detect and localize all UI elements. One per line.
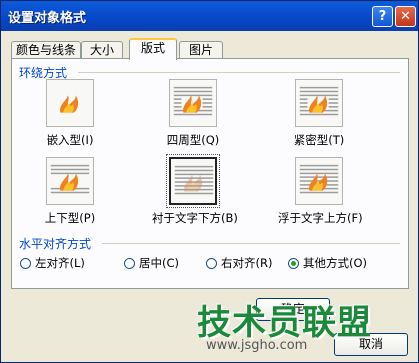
layout-panel: 环绕方式 嵌入型(I) 四周型(Q) 紧密型(T) 上下型(P) 衬于文字下方(…: [11, 58, 409, 289]
wrap-option-label: 四周型(Q): [166, 133, 220, 147]
window-title: 设置对象格式: [8, 11, 87, 26]
help-button[interactable]: ?: [372, 6, 393, 27]
watermark-logo-text: 技术员联盟: [197, 303, 372, 343]
tab-colors-lines[interactable]: 颜色与线条: [11, 41, 81, 59]
wrap-option-label: 嵌入型(I): [46, 133, 94, 147]
radio-align-other[interactable]: 其他方式(O): [288, 255, 367, 271]
radio-align-center[interactable]: 居中(C): [124, 255, 179, 271]
in-front-text-icon: [295, 157, 343, 205]
radio-other-indicator: [288, 257, 299, 269]
watermark-url: www.jsgho.com: [206, 338, 308, 353]
title-bar[interactable]: 设置对象格式 ? ✕: [1, 1, 418, 31]
radio-align-right[interactable]: 右对齐(R): [206, 255, 272, 271]
close-icon: ✕: [400, 9, 411, 24]
radio-left-indicator: [20, 257, 31, 269]
wrap-group-divider: [78, 72, 400, 73]
radio-align-right-label: 右对齐(R): [221, 256, 273, 270]
wrap-option-in-front-text[interactable]: 浮于文字上方(F): [278, 157, 363, 226]
radio-align-center-label: 居中(C): [139, 256, 180, 270]
help-icon: ?: [378, 9, 387, 24]
align-group-label: 水平对齐方式: [19, 235, 95, 252]
wrap-option-label: 浮于文字上方(F): [278, 211, 363, 225]
format-object-dialog: 设置对象格式 ? ✕ 颜色与线条 大小 版式 图片 环绕方式 嵌入型(I) 四周…: [0, 0, 419, 363]
tab-size[interactable]: 大小: [81, 41, 123, 59]
wrap-option-label: 紧密型(T): [293, 133, 345, 147]
square-wrap-icon: [169, 79, 217, 127]
wrap-option-behind-text[interactable]: 衬于文字下方(B): [152, 154, 238, 226]
radio-right-indicator: [206, 257, 217, 269]
wrap-option-inline-wrap[interactable]: 嵌入型(I): [29, 79, 111, 148]
align-group-divider: [102, 243, 400, 244]
radio-align-left-label: 左对齐(L): [35, 256, 85, 270]
tab-layout[interactable]: 版式: [129, 38, 177, 60]
close-button[interactable]: ✕: [395, 6, 416, 27]
wrap-option-square-wrap[interactable]: 四周型(Q): [152, 79, 234, 148]
radio-align-other-label: 其他方式(O): [303, 256, 368, 270]
wrap-option-tight-wrap[interactable]: 紧密型(T): [278, 79, 360, 148]
top-bottom-wrap-icon: [46, 157, 94, 205]
tab-picture[interactable]: 图片: [179, 41, 223, 59]
wrap-option-top-bottom-wrap[interactable]: 上下型(P): [29, 157, 111, 226]
tight-wrap-icon: [295, 79, 343, 127]
radio-center-indicator: [124, 257, 135, 269]
inline-wrap-icon: [46, 79, 94, 127]
radio-align-left[interactable]: 左对齐(L): [20, 255, 85, 271]
wrap-option-label: 衬于文字下方(B): [152, 211, 238, 225]
wrap-option-label: 上下型(P): [44, 211, 96, 225]
behind-text-icon: [166, 154, 220, 208]
